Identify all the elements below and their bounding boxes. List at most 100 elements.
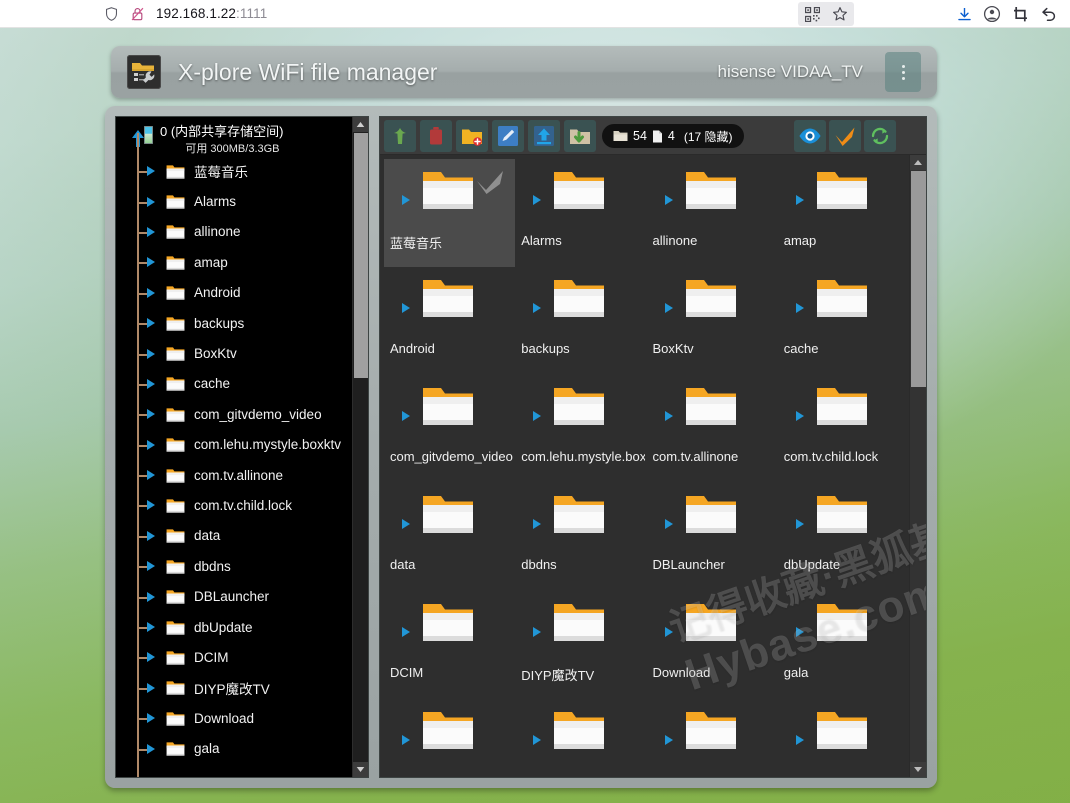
screenshot-crop-icon[interactable] (1006, 2, 1034, 26)
tree-item[interactable]: com.tv.allinone (116, 460, 354, 490)
chevron-right-icon[interactable] (402, 735, 410, 745)
file-grid-item-selected[interactable]: 蓝莓音乐 (384, 159, 516, 267)
bookmark-star-icon[interactable] (826, 2, 854, 26)
tree-item[interactable]: Android (116, 278, 354, 308)
file-grid-item[interactable]: data (384, 483, 515, 591)
file-grid-item[interactable]: dbdns (515, 483, 646, 591)
tree-item[interactable]: amap (116, 247, 354, 277)
tree-item[interactable]: com.lehu.mystyle.boxktv (116, 430, 354, 460)
file-grid-item[interactable]: BoxKtv (647, 267, 778, 375)
chevron-right-icon[interactable] (795, 195, 804, 205)
tree-item[interactable]: allinone (116, 217, 354, 247)
chevron-right-icon[interactable] (147, 622, 155, 633)
grid-scroll-thumb[interactable] (911, 171, 926, 387)
chevron-right-icon[interactable] (147, 470, 155, 481)
tree-scrollbar[interactable] (352, 117, 368, 777)
delete-button[interactable] (420, 119, 452, 152)
file-grid-item[interactable]: Android (384, 267, 515, 375)
tree-scroll-thumb[interactable] (354, 133, 368, 378)
chevron-right-icon[interactable] (664, 195, 673, 205)
address-bar[interactable]: 192.168.1.22:1111 (104, 6, 267, 22)
download-icon[interactable] (950, 2, 978, 26)
upload-button[interactable] (528, 119, 560, 152)
rename-button[interactable] (492, 119, 524, 152)
file-grid-item[interactable] (515, 699, 646, 777)
chevron-right-icon[interactable] (147, 348, 155, 359)
file-grid-item[interactable]: DIYP魔改TV (515, 591, 646, 699)
chevron-right-icon[interactable] (795, 519, 804, 529)
chevron-right-icon[interactable] (402, 519, 410, 529)
file-grid-item[interactable]: DCIM (384, 591, 515, 699)
undo-arrow-icon[interactable] (1034, 2, 1062, 26)
tree-item[interactable]: BoxKtv (116, 338, 354, 368)
select-all-button[interactable] (829, 120, 861, 152)
chevron-right-icon[interactable] (147, 500, 155, 511)
tree-item[interactable]: DBLauncher (116, 581, 354, 611)
scroll-down-icon[interactable] (353, 762, 368, 777)
chevron-right-icon[interactable] (533, 411, 542, 421)
tree-item[interactable]: DCIM (116, 642, 354, 672)
chevron-right-icon[interactable] (147, 196, 155, 207)
file-grid-item[interactable]: dbUpdate (778, 483, 909, 591)
chevron-right-icon[interactable] (533, 195, 542, 205)
chevron-right-icon[interactable] (664, 627, 673, 637)
chevron-right-icon[interactable] (147, 591, 155, 602)
chevron-right-icon[interactable] (147, 561, 155, 572)
file-grid-item[interactable] (778, 699, 909, 777)
file-grid-item[interactable]: amap (778, 159, 909, 267)
file-grid-item[interactable]: allinone (647, 159, 778, 267)
chevron-right-icon[interactable] (795, 627, 804, 637)
chevron-right-icon[interactable] (533, 303, 542, 313)
chevron-right-icon[interactable] (147, 682, 155, 693)
file-grid-item[interactable]: Download (647, 591, 778, 699)
scroll-up-icon[interactable] (353, 117, 368, 132)
tree-root-item[interactable]: 0 (内部共享存储空间) 可用 300MB/3.3GB (116, 121, 354, 156)
chevron-right-icon[interactable] (147, 652, 155, 663)
chevron-right-icon[interactable] (147, 409, 155, 420)
tree-item[interactable]: gala (116, 733, 354, 763)
chevron-right-icon[interactable] (147, 166, 155, 177)
file-grid-item[interactable]: backups (515, 267, 646, 375)
lock-disabled-icon[interactable] (130, 6, 145, 22)
chevron-right-icon[interactable] (402, 411, 410, 421)
chevron-right-icon[interactable] (147, 257, 155, 268)
up-folder-button[interactable] (384, 119, 416, 152)
chevron-right-icon[interactable] (533, 627, 542, 637)
file-grid-item[interactable]: DBLauncher (647, 483, 778, 591)
file-grid-item[interactable]: com.tv.allinone (647, 375, 778, 483)
folder-tree-panel[interactable]: 0 (内部共享存储空间) 可用 300MB/3.3GB 蓝莓音乐 Alarms al… (115, 116, 369, 778)
chevron-right-icon[interactable] (147, 318, 155, 329)
tree-item[interactable]: Download (116, 703, 354, 733)
chevron-right-icon[interactable] (147, 226, 155, 237)
grid-scrollbar[interactable] (909, 155, 926, 777)
file-grid-item[interactable]: cache (778, 267, 909, 375)
file-grid-item[interactable]: com.tv.child.lock (778, 375, 909, 483)
view-toggle-button[interactable] (794, 120, 826, 152)
chevron-right-icon[interactable] (795, 303, 804, 313)
tree-item[interactable]: 蓝莓音乐 (116, 156, 354, 186)
chevron-right-icon[interactable] (147, 713, 155, 724)
tree-item[interactable]: backups (116, 308, 354, 338)
chevron-right-icon[interactable] (795, 735, 804, 745)
chevron-right-icon[interactable] (147, 287, 155, 298)
file-grid-item[interactable] (384, 699, 515, 777)
chevron-right-icon[interactable] (147, 378, 155, 389)
chevron-right-icon[interactable] (402, 627, 410, 637)
chevron-right-icon[interactable] (795, 411, 804, 421)
file-grid-item[interactable]: com_gitvdemo_video (384, 375, 515, 483)
chevron-right-icon[interactable] (402, 303, 410, 313)
file-grid-item[interactable]: Alarms (515, 159, 646, 267)
download-to-folder-button[interactable] (564, 119, 596, 152)
chevron-right-icon[interactable] (664, 735, 673, 745)
tree-item[interactable]: com_gitvdemo_video (116, 399, 354, 429)
chevron-right-icon[interactable] (664, 411, 673, 421)
tree-item[interactable]: com.tv.child.lock (116, 490, 354, 520)
chevron-right-icon[interactable] (533, 519, 542, 529)
qr-code-icon[interactable] (798, 2, 826, 26)
tree-item[interactable]: dbdns (116, 551, 354, 581)
refresh-button[interactable] (864, 120, 896, 152)
tree-item[interactable]: dbUpdate (116, 612, 354, 642)
chevron-right-icon[interactable] (147, 530, 155, 541)
tree-item[interactable]: data (116, 521, 354, 551)
new-folder-button[interactable] (456, 119, 488, 152)
